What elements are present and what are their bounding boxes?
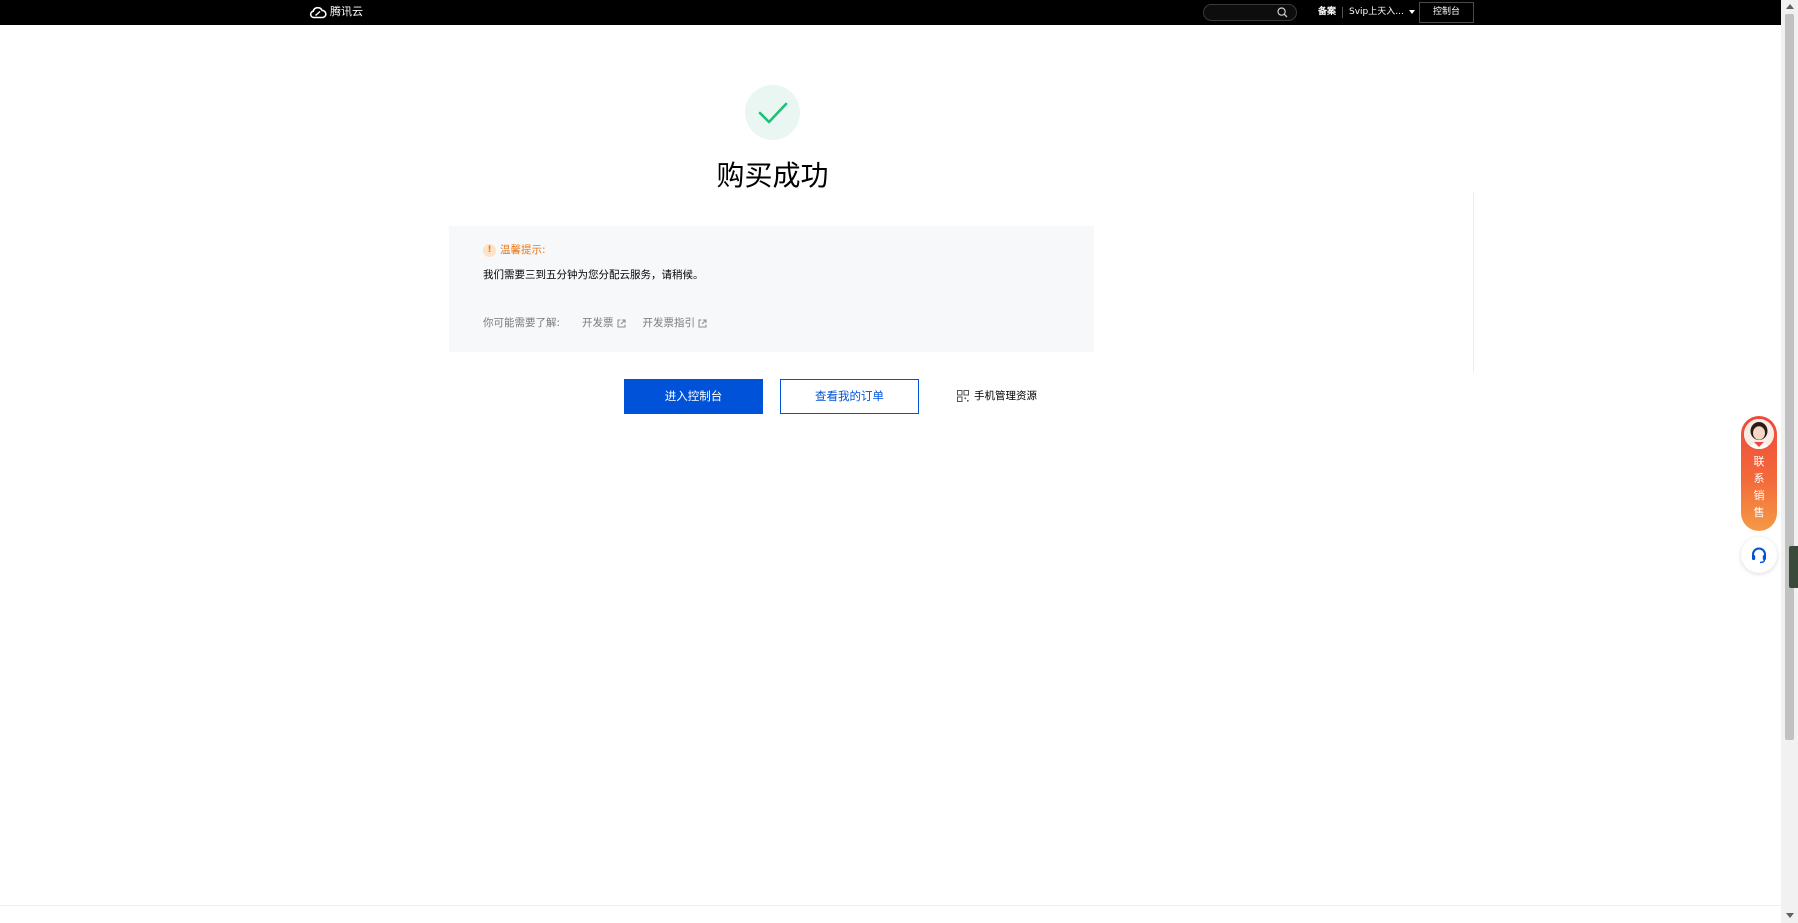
enter-console-button[interactable]: 进入控制台	[624, 379, 763, 414]
invoice-link[interactable]: 开发票	[582, 316, 626, 330]
scroll-down-icon[interactable]	[1786, 913, 1794, 918]
cloud-logo-icon	[309, 6, 327, 18]
notice-message: 我们需要三到五分钟为您分配云服务，请稍候。	[483, 269, 704, 281]
success-badge	[745, 85, 800, 140]
qr-code-icon	[957, 390, 969, 402]
notice-panel: ! 温馨提示: 我们需要三到五分钟为您分配云服务，请稍候。 你可能需要了解: 开…	[449, 226, 1094, 352]
caret-down-icon	[1408, 10, 1415, 14]
brand-name: 腾讯云	[330, 5, 363, 18]
search-input[interactable]	[1203, 4, 1297, 21]
page-scrollbar[interactable]	[1781, 0, 1798, 923]
external-link-icon	[698, 319, 707, 327]
mobile-manage-label: 手机管理资源	[974, 390, 1037, 402]
invoice-link-label: 开发票	[582, 317, 614, 329]
contact-sales-label: 联 系 销 售	[1741, 453, 1777, 521]
user-name: Svip上天入...	[1349, 7, 1404, 17]
sales-char: 联	[1753, 455, 1765, 468]
invoice-guide-link[interactable]: 开发票指引	[643, 316, 708, 330]
sales-char: 售	[1753, 506, 1765, 519]
notice-links-label: 你可能需要了解:	[483, 317, 561, 329]
scroll-thumb[interactable]	[1785, 14, 1794, 740]
side-tab-handle[interactable]	[1789, 546, 1798, 588]
person-avatar-icon	[1744, 419, 1774, 449]
nav-beian-link[interactable]: 备案	[1318, 6, 1336, 18]
notice-heading: ! 温馨提示:	[483, 243, 546, 257]
sales-avatar	[1744, 419, 1774, 449]
sales-char: 销	[1753, 489, 1765, 502]
mobile-manage-link[interactable]: 手机管理资源	[957, 388, 1037, 404]
user-menu[interactable]: Svip上天入...	[1349, 6, 1415, 18]
page-title: 购买成功	[716, 159, 829, 192]
invoice-guide-link-label: 开发票指引	[642, 317, 696, 329]
search-icon	[1277, 7, 1288, 18]
contact-sales-button[interactable]: 联 系 销 售	[1741, 416, 1777, 531]
notice-heading-text: 温馨提示:	[500, 244, 546, 256]
check-icon	[758, 102, 787, 123]
external-link-icon	[617, 319, 626, 327]
brand-logo[interactable]: 腾讯云	[309, 5, 363, 19]
divider-line	[1473, 192, 1474, 372]
view-orders-button[interactable]: 查看我的订单	[780, 379, 919, 414]
nav-divider	[1342, 7, 1343, 18]
warning-icon: !	[483, 243, 496, 257]
console-button[interactable]: 控制台	[1419, 2, 1474, 23]
headset-icon	[1752, 547, 1766, 564]
top-navbar: 腾讯云 备案 Svip上天入... 控制台	[0, 0, 1781, 25]
scroll-up-icon[interactable]	[1786, 4, 1794, 9]
footer-divider	[0, 905, 1781, 906]
sales-char: 系	[1753, 472, 1765, 485]
notice-links: 你可能需要了解: 开发票 开发票指引	[483, 316, 724, 330]
customer-service-button[interactable]	[1741, 537, 1777, 573]
